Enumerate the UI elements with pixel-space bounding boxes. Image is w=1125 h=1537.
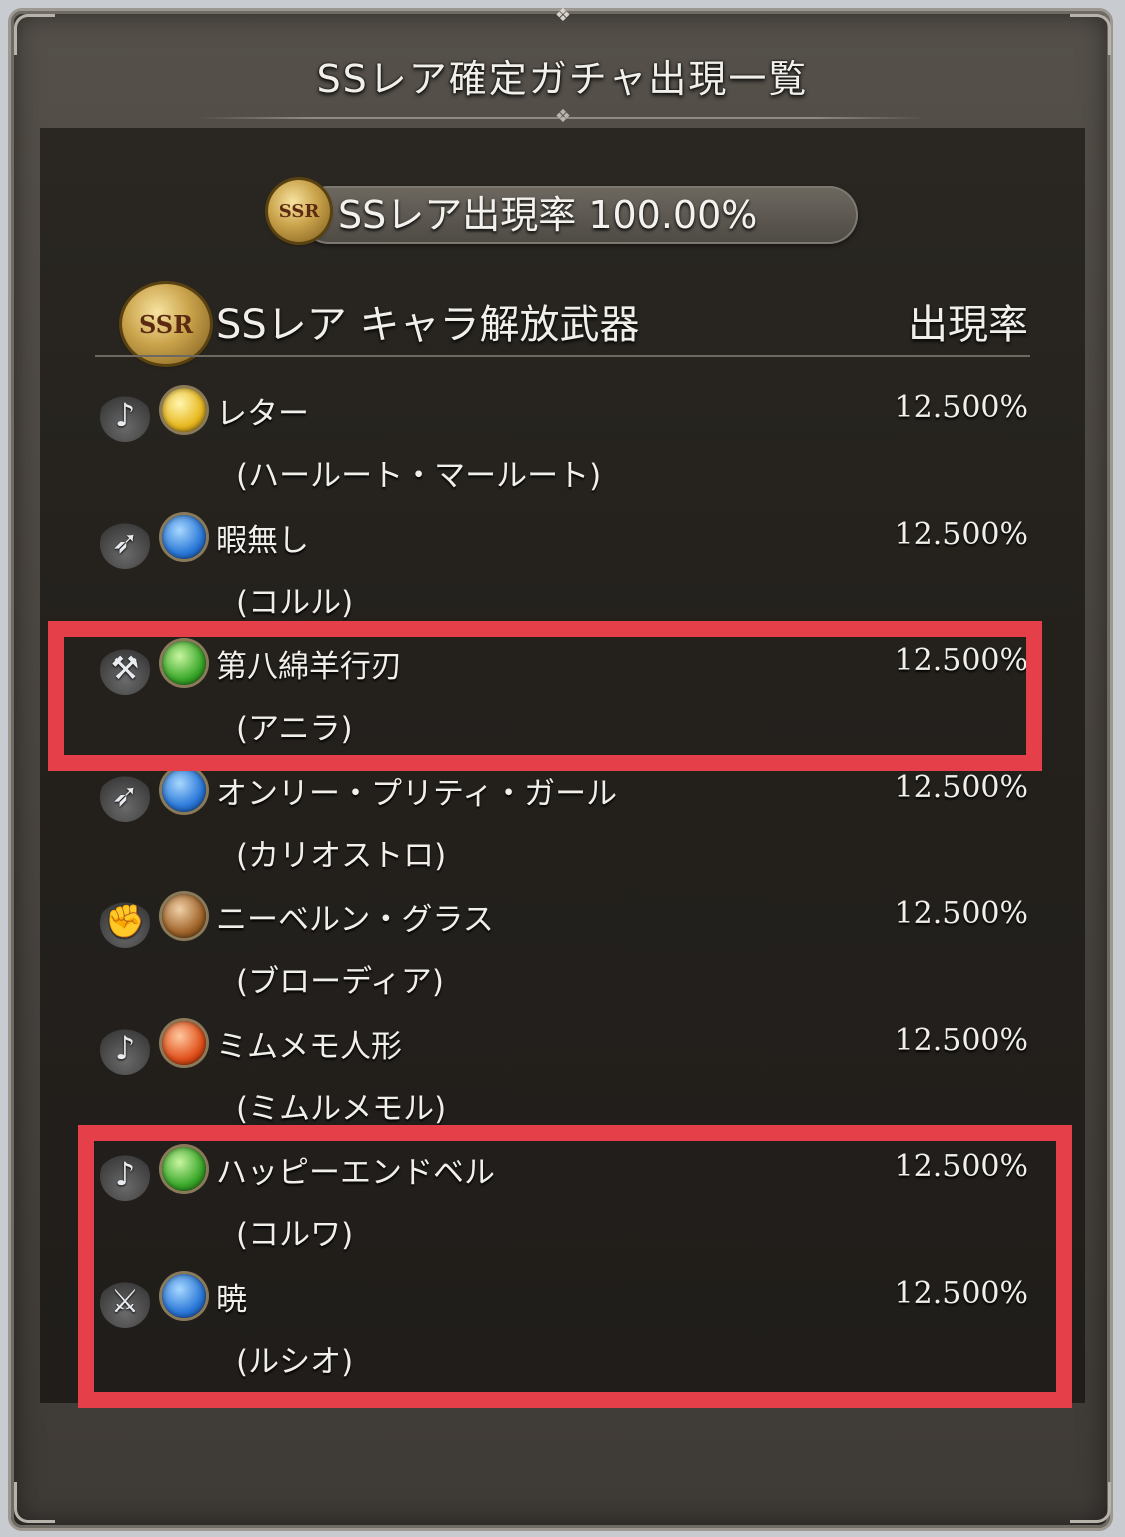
appearance-rate: 12.500%	[894, 896, 1028, 931]
fist-icon: ✊	[100, 898, 150, 948]
character-name: (ミムルメモル)	[236, 1090, 447, 1127]
character-name: (カリオストロ)	[236, 837, 447, 874]
character-name: (ハールート・マールート)	[236, 458, 602, 494]
dialog-title: SSレア確定ガチャ出現一覧	[316, 57, 809, 101]
water-element-icon	[162, 514, 206, 559]
list-item: ♪ レター (ハールート・マールート) 12.500%	[0, 380, 1125, 506]
rate-column-header: 出現率	[908, 302, 1028, 348]
earth-element-icon	[162, 894, 206, 938]
highlight-box	[48, 621, 1042, 771]
frame-corner-ornament	[1070, 1482, 1111, 1523]
section-divider	[95, 355, 1030, 357]
frame-corner-ornament	[14, 1482, 55, 1523]
list-item: ✊ ニーベルン・グラス (ブローディア) 12.500%	[0, 886, 1125, 1012]
fire-element-icon	[162, 1020, 206, 1065]
top-ornament-icon: ❖	[554, 5, 572, 26]
weapon-name: ミムメモ人形	[216, 1028, 402, 1065]
ssr-badge-icon: SSR	[268, 180, 330, 242]
divider-ornament-icon: ❖	[554, 106, 572, 127]
character-name: (ブローディア)	[236, 964, 445, 1000]
list-item: ➶ 暇無し (コルル) 12.500%	[0, 507, 1125, 633]
weapon-name: ニーベルン・グラス	[216, 902, 494, 938]
highlight-box	[78, 1125, 1072, 1408]
weapon-name: 暇無し	[216, 522, 309, 559]
spear-icon: ➶	[100, 771, 150, 822]
appearance-rate: 12.500%	[894, 516, 1028, 552]
ssr-total-rate: SSレア出現率 100.00%	[338, 193, 758, 237]
appearance-rate: 12.500%	[894, 1022, 1028, 1058]
ssr-crown-badge-icon: SSR	[122, 284, 210, 364]
character-name: (コルル)	[236, 584, 354, 621]
light-element-icon	[162, 388, 206, 432]
water-element-icon	[162, 767, 206, 812]
appearance-rate: 12.500%	[894, 769, 1028, 805]
weapon-name: レター	[216, 396, 309, 432]
list-item: ♪ ミムメモ人形 (ミムルメモル) 12.500%	[0, 1013, 1125, 1139]
list-item: ➶ オンリー・プリティ・ガール (カリオストロ) 12.500%	[0, 760, 1125, 886]
section-title: SSレア キャラ解放武器	[216, 302, 640, 348]
harp-icon: ♪	[100, 392, 150, 442]
spear-icon: ➶	[100, 518, 150, 569]
weapon-name: オンリー・プリティ・ガール	[216, 775, 618, 812]
appearance-rate: 12.500%	[894, 390, 1028, 425]
harp-icon: ♪	[100, 1024, 150, 1075]
